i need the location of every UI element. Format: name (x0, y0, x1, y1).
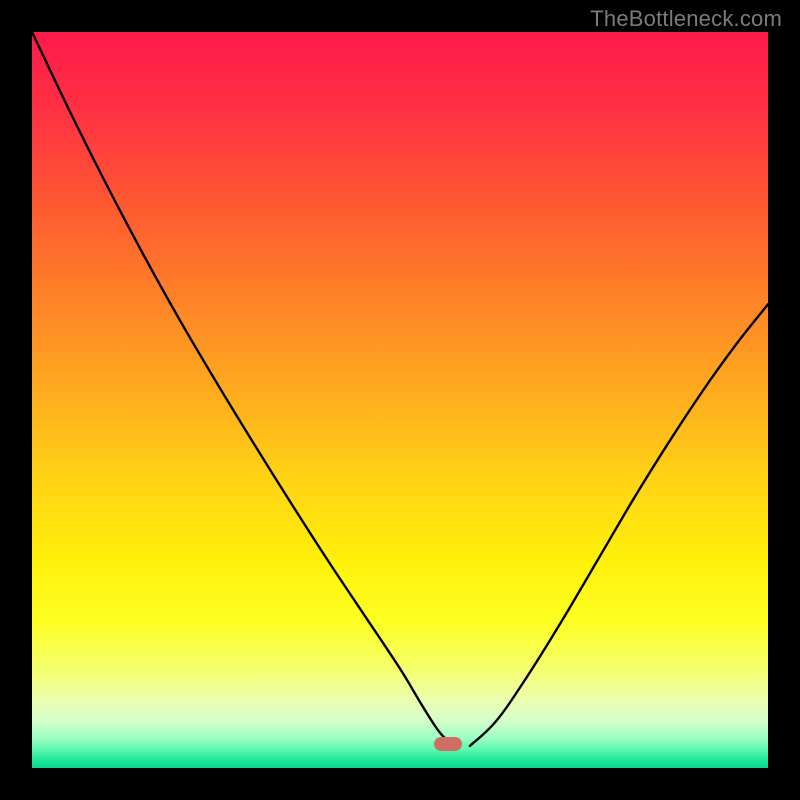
plot-area (32, 32, 768, 768)
watermark-label: TheBottleneck.com (590, 6, 782, 32)
bottleneck-curve (32, 32, 768, 768)
chart-frame: TheBottleneck.com (0, 0, 800, 800)
curve-left-branch (32, 32, 455, 746)
curve-right-branch (470, 304, 768, 746)
optimal-marker (434, 737, 462, 751)
